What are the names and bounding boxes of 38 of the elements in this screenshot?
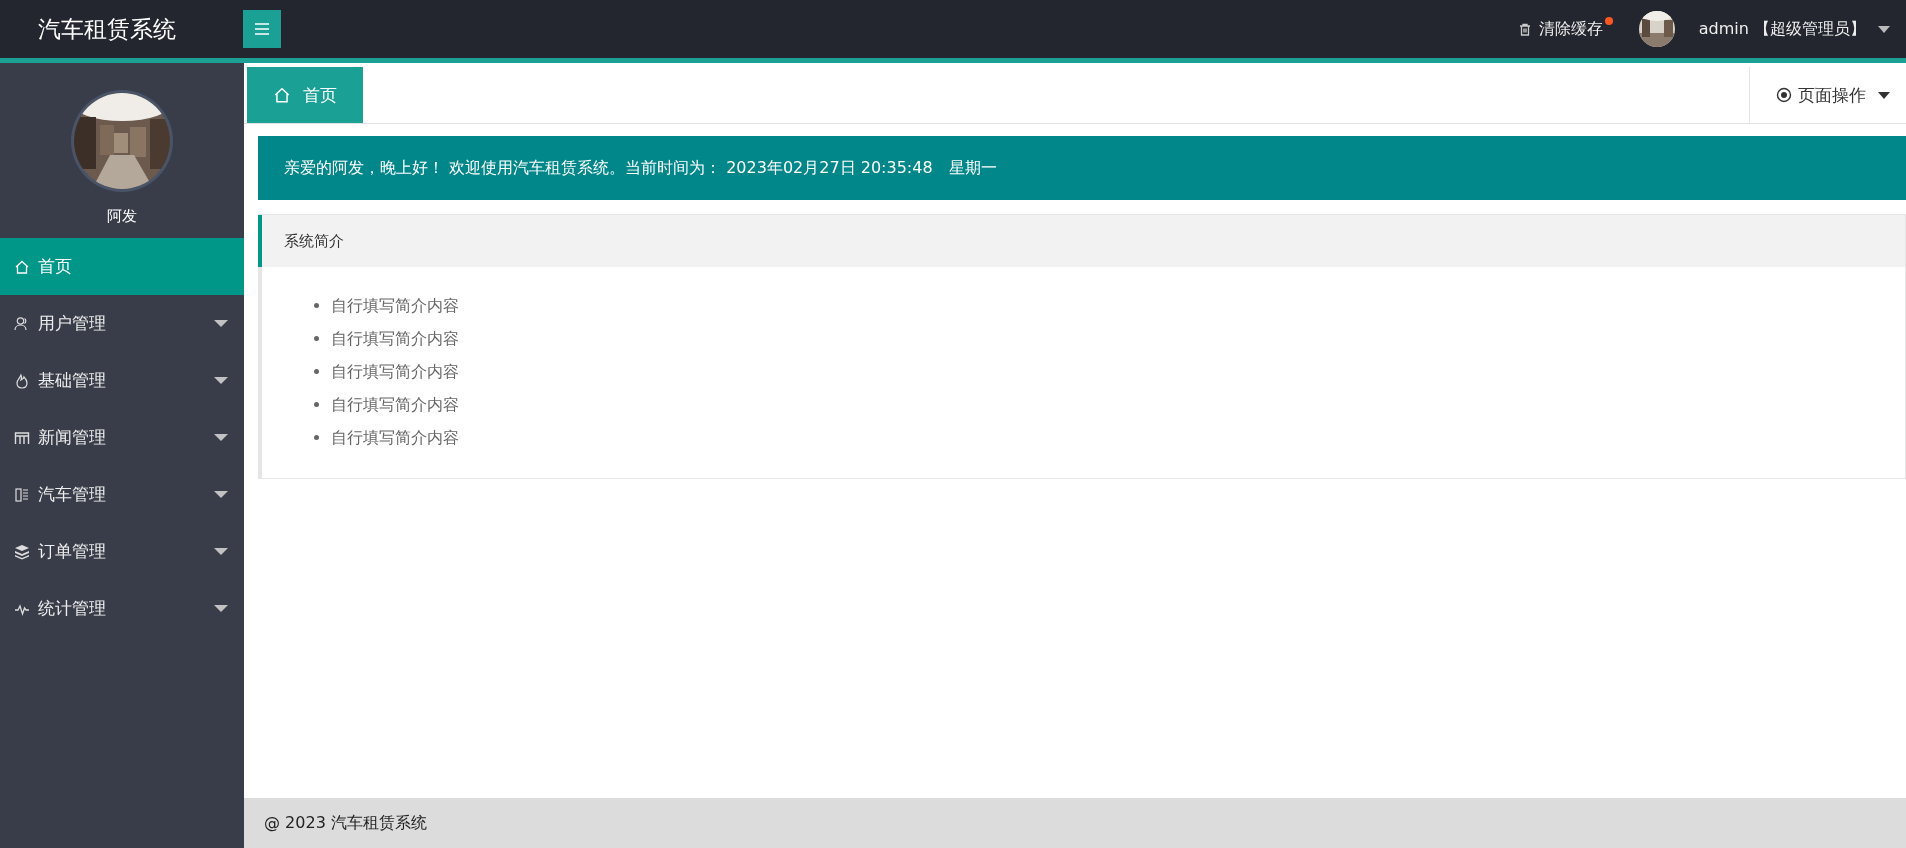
trash-icon xyxy=(1518,22,1531,36)
bullet-icon xyxy=(314,336,319,341)
bullet-icon xyxy=(314,435,319,440)
sidebar-item[interactable]: 基础管理 xyxy=(0,352,244,409)
book-icon xyxy=(14,486,30,503)
frame-icon xyxy=(14,429,30,446)
bullet-icon xyxy=(314,303,319,308)
target-icon xyxy=(1776,87,1792,103)
home-icon xyxy=(273,86,291,104)
intro-item: 自行填写简介内容 xyxy=(331,394,459,416)
user-menu[interactable]: admin 【超级管理员】 xyxy=(1698,18,1890,40)
caret-icon xyxy=(1878,91,1890,99)
sidebar-item[interactable]: 新闻管理 xyxy=(0,409,244,466)
intro-item: 自行填写简介内容 xyxy=(331,361,459,383)
sidebar-item[interactable]: 首页 xyxy=(0,238,244,295)
home-icon xyxy=(14,258,30,275)
caret-icon xyxy=(1878,25,1890,33)
intro-item: 自行填写简介内容 xyxy=(331,295,459,317)
intro-item: 自行填写简介内容 xyxy=(331,427,459,449)
clear-cache-link[interactable]: 清除缓存 xyxy=(1518,18,1603,40)
flame-icon xyxy=(14,372,30,389)
page-actions-menu[interactable]: 页面操作 xyxy=(1749,67,1906,123)
app-title: 汽车租赁系统 xyxy=(37,14,177,44)
sidebar-item[interactable]: 订单管理 xyxy=(0,523,244,580)
user-icon xyxy=(14,315,30,332)
sidebar-item[interactable]: 用户管理 xyxy=(0,295,244,352)
welcome-message: 亲爱的阿发，晚上好！ 欢迎使用汽车租赁系统。当前时间为： 2023年02月27日 20:35:48 星期一 xyxy=(284,157,997,179)
panel-title: 系统简介 xyxy=(284,231,344,251)
layers-icon xyxy=(14,543,30,560)
sidebar-item[interactable]: 汽车管理 xyxy=(0,466,244,523)
user-name: 阿发 xyxy=(107,207,137,226)
menu-icon xyxy=(254,22,270,36)
copyright: @ 2023 汽车租赁系统 xyxy=(264,812,427,834)
sidebar-item[interactable]: 统计管理 xyxy=(0,580,244,637)
bullet-icon xyxy=(314,402,319,407)
menu-button[interactable] xyxy=(243,10,281,48)
bullet-icon xyxy=(314,369,319,374)
intro-item: 自行填写简介内容 xyxy=(331,328,459,350)
